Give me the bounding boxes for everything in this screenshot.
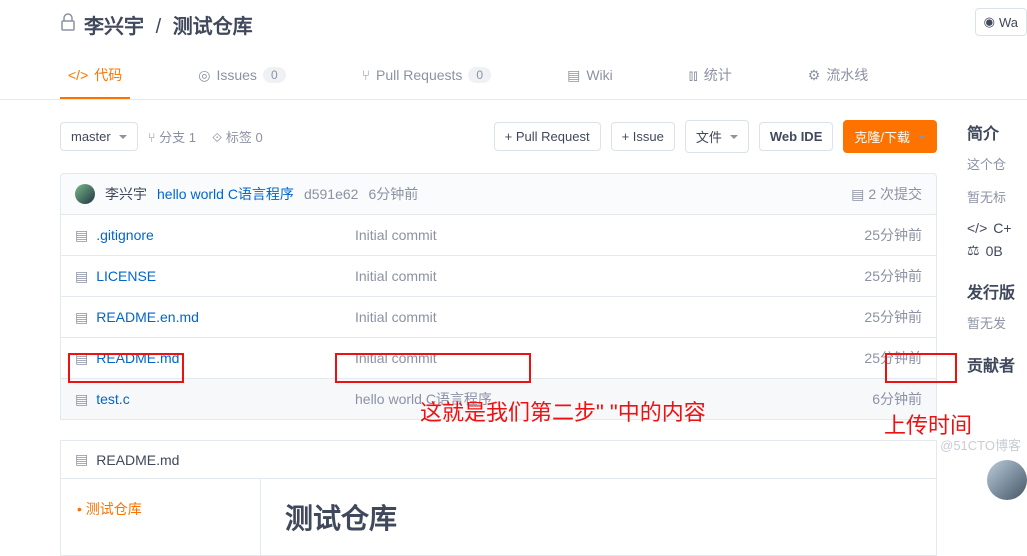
code-icon: </> (68, 67, 88, 83)
sidebar-size: ⚖0B (967, 242, 1027, 259)
scale-icon: ⚖ (967, 242, 980, 259)
branch-selector[interactable]: master (60, 122, 138, 151)
file-commit-msg: Initial commit (355, 268, 812, 284)
file-icon: ▤ (75, 309, 88, 326)
annotation-text-1: 这就是我们第二步" "中的内容 (420, 395, 706, 427)
file-time: 25分钟前 (822, 225, 922, 245)
eye-icon: ◉ (984, 14, 995, 30)
repo-owner[interactable]: 李兴宇 (84, 16, 144, 38)
file-name-text: LICENSE (96, 268, 156, 284)
latest-commit-bar: 李兴宇 hello world C语言程序 d591e62 6分钟前 ▤2 次提… (60, 173, 937, 215)
new-issue-button[interactable]: + Issue (611, 122, 675, 151)
tab-wiki[interactable]: ▤Wiki (559, 55, 621, 98)
file-row[interactable]: ▤ .gitignore Initial commit 25分钟前 (61, 215, 936, 255)
readme-nav-item[interactable]: 测试仓库 (77, 495, 244, 523)
annotation-box-filename (68, 353, 184, 383)
tab-pull-requests[interactable]: ⑂Pull Requests0 (354, 55, 499, 97)
file-name-text: README.en.md (96, 309, 199, 325)
readme-header: ▤ README.md (61, 441, 936, 479)
watch-button[interactable]: ◉ Wa (975, 8, 1027, 36)
pr-icon: ⑂ (362, 67, 370, 83)
file-name-text: test.c (96, 391, 129, 407)
annotation-box-message (335, 353, 531, 383)
file-menu-button[interactable]: 文件 (685, 120, 749, 153)
commit-count[interactable]: ▤2 次提交 (851, 184, 922, 204)
stats-icon: ⫾⫾ (689, 67, 698, 84)
commit-time: 6分钟前 (368, 184, 418, 204)
file-name-text: .gitignore (96, 227, 154, 243)
list-icon: ▤ (851, 186, 864, 203)
file-time: 25分钟前 (822, 307, 922, 327)
branch-icon: ⑂ (148, 130, 156, 145)
branches-link[interactable]: ⑂ 分支 1 (148, 127, 196, 146)
file-row[interactable]: ▤ LICENSE Initial commit 25分钟前 (61, 255, 936, 296)
tab-code[interactable]: </>代码 (60, 53, 130, 99)
clone-download-button[interactable]: 克隆/下载 (843, 120, 937, 153)
tag-icon: ⟐ (212, 130, 222, 145)
watermark: @51CTO博客 (940, 435, 1021, 454)
commit-author[interactable]: 李兴宇 (105, 184, 147, 204)
sidebar-release-heading: 发行版 (967, 279, 1027, 303)
breadcrumb: 李兴宇 / 测试仓库 (84, 10, 253, 39)
file-time: 6分钟前 (822, 389, 922, 409)
commit-hash[interactable]: d591e62 (304, 186, 359, 202)
file-icon: ▤ (75, 268, 88, 285)
tab-pipeline[interactable]: ⚙流水线 (800, 53, 877, 99)
file-commit-msg: Initial commit (355, 309, 812, 325)
lock-icon (60, 13, 76, 36)
pipeline-icon: ⚙ (808, 67, 821, 84)
repo-name[interactable]: 测试仓库 (173, 16, 253, 38)
file-icon: ▤ (75, 391, 88, 408)
web-ide-button[interactable]: Web IDE (759, 122, 834, 151)
tab-issues[interactable]: ◎Issues0 (190, 55, 293, 98)
code-icon: </> (967, 220, 987, 236)
file-row[interactable]: ▤ README.en.md Initial commit 25分钟前 (61, 296, 936, 337)
new-pr-button[interactable]: + Pull Request (494, 122, 601, 151)
file-commit-msg: Initial commit (355, 227, 812, 243)
annotation-box-time (885, 353, 957, 383)
avatar (75, 184, 95, 204)
issues-icon: ◎ (198, 67, 210, 84)
floating-avatar[interactable] (987, 460, 1027, 500)
commit-message[interactable]: hello world C语言程序 (157, 184, 294, 204)
sidebar-no-tags: 暂无标 (967, 187, 1027, 206)
file-icon: ▤ (75, 227, 88, 244)
file-list: ▤ .gitignore Initial commit 25分钟前 ▤ LICENSE In… (60, 215, 937, 420)
sidebar-intro-heading: 简介 (967, 120, 1027, 144)
tab-stats[interactable]: ⫾⫾统计 (681, 53, 740, 99)
sidebar-contrib-heading: 贡献者 (967, 352, 1027, 376)
file-time: 25分钟前 (822, 266, 922, 286)
sidebar-intro-text: 这个仓 (967, 154, 1027, 173)
tags-link[interactable]: ⟐ 标签 0 (212, 127, 263, 146)
file-icon: ▤ (75, 451, 88, 468)
wiki-icon: ▤ (567, 67, 580, 84)
readme-title: 测试仓库 (285, 497, 912, 537)
sidebar-no-release: 暂无发 (967, 313, 1027, 332)
sidebar-language: </>C+ (967, 220, 1027, 236)
